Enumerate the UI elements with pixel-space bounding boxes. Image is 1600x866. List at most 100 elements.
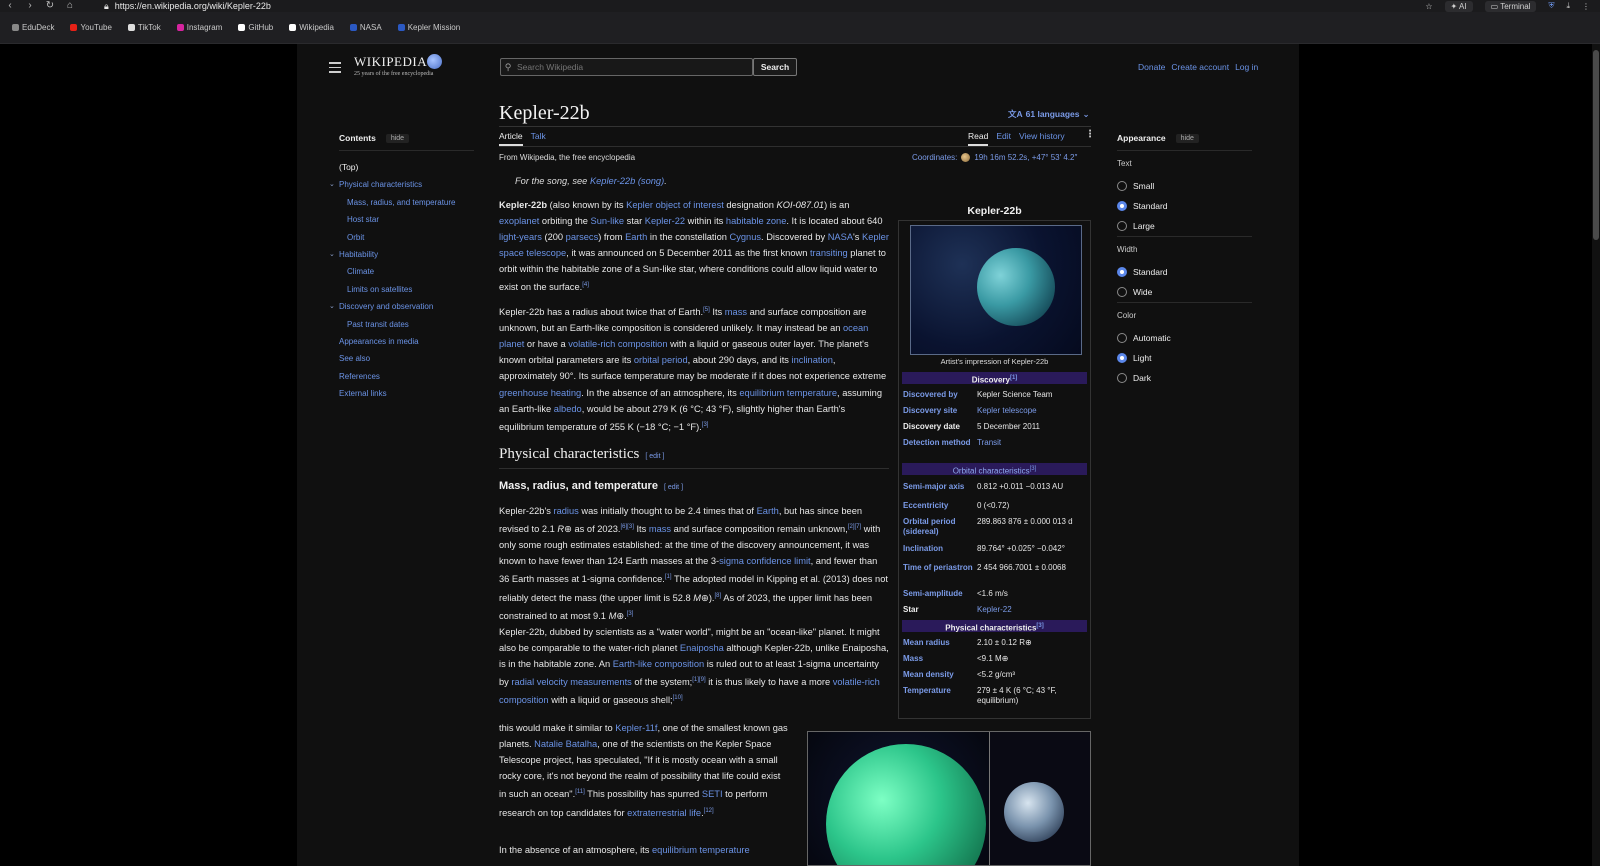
article-link[interactable]: mass <box>649 524 671 534</box>
toc-item[interactable]: ⌄ Habitability <box>329 246 474 263</box>
address-bar[interactable]: 🔒︎ https://en.wikipedia.org/wiki/Kepler-… <box>104 0 271 12</box>
article-link[interactable]: Enaiposha <box>680 643 724 653</box>
forward-icon[interactable]: › <box>20 0 40 12</box>
chevron-down-icon[interactable]: ⌄ <box>329 298 335 315</box>
infobox-value[interactable]: Transit <box>977 438 1087 448</box>
article-link[interactable]: habitable zone <box>726 216 786 226</box>
toc-item[interactable]: External links <box>339 385 474 402</box>
toc-item[interactable]: References <box>339 368 474 385</box>
article-link[interactable]: volatile-rich composition <box>568 339 667 349</box>
toc-item[interactable]: Host star <box>339 211 474 228</box>
toc-item[interactable]: Climate <box>339 263 474 280</box>
appearance-option[interactable]: Light <box>1117 348 1252 368</box>
chevron-down-icon[interactable]: ⌄ <box>329 246 335 263</box>
radio-button[interactable] <box>1117 287 1127 297</box>
radio-button[interactable] <box>1117 181 1127 191</box>
article-link[interactable]: greenhouse heating <box>499 388 581 398</box>
radio-button[interactable] <box>1117 353 1127 363</box>
scrollbar-thumb[interactable] <box>1593 50 1599 240</box>
appearance-option[interactable]: Small <box>1117 176 1252 196</box>
edit-section-link[interactable]: [ edit ] <box>645 453 664 460</box>
toc-hide-button[interactable]: hide <box>385 133 410 143</box>
search-button[interactable]: Search <box>753 58 797 76</box>
radio-button[interactable] <box>1117 333 1127 343</box>
bookmark-star-icon[interactable]: ☆ <box>1425 2 1432 11</box>
back-icon[interactable]: ‹ <box>0 0 20 12</box>
toc-item[interactable]: Limits on satellites <box>339 281 474 298</box>
article-link[interactable]: equilibrium temperature <box>652 845 750 855</box>
article-link[interactable]: orbital period <box>634 355 688 365</box>
article-link[interactable]: Earth <box>757 506 779 516</box>
article-link[interactable]: inclination <box>792 355 833 365</box>
bookmark-item[interactable]: YouTube <box>70 23 112 32</box>
main-menu-icon[interactable] <box>329 62 341 76</box>
donate-link[interactable]: Donate <box>1138 62 1165 72</box>
appearance-option[interactable]: Automatic <box>1117 328 1252 348</box>
article-link[interactable]: ocean planet <box>499 323 868 349</box>
article-link[interactable]: Earth <box>625 232 647 242</box>
bookmark-item[interactable]: GitHub <box>238 23 273 32</box>
radio-button[interactable] <box>1117 267 1127 277</box>
article-link[interactable]: Earth-like composition <box>613 659 704 669</box>
coordinates[interactable]: Coordinates: 19h 16m 52.2s, +47° 53′ 4.2… <box>912 153 1077 162</box>
terminal-button[interactable]: ▭ Terminal <box>1484 0 1537 12</box>
article-link[interactable]: radius <box>554 506 579 516</box>
radio-button[interactable] <box>1117 201 1127 211</box>
article-link[interactable]: Natalie Batalha <box>534 739 597 749</box>
article-link[interactable]: Kepler object of interest <box>626 200 724 210</box>
article-link[interactable]: sigma confidence limit <box>719 556 810 566</box>
tab-view-history[interactable]: View history <box>1019 131 1065 146</box>
infobox-image[interactable] <box>910 225 1082 355</box>
appearance-option[interactable]: Dark <box>1117 368 1252 388</box>
reload-icon[interactable]: ↻ <box>40 0 60 12</box>
ai-button[interactable]: ✦ AI <box>1444 0 1473 12</box>
article-link[interactable]: parsecs <box>566 232 599 242</box>
toc-item[interactable]: See also <box>339 350 474 367</box>
wikipedia-wordmark[interactable]: WIKIPEDIA <box>354 54 427 70</box>
coordinates-value[interactable]: 19h 16m 52.2s, +47° 53′ 4.2″ <box>974 153 1077 162</box>
toc-item[interactable]: Orbit <box>339 229 474 246</box>
infobox-value[interactable]: Kepler-22 <box>977 605 1087 615</box>
tab-read[interactable]: Read <box>968 131 989 146</box>
bookmark-item[interactable]: Wikipedia <box>289 23 334 32</box>
menu-icon[interactable]: ⋮ <box>1582 2 1590 11</box>
toc-item[interactable]: Appearances in media <box>339 333 474 350</box>
article-link[interactable]: SETI <box>702 789 723 799</box>
wikipedia-globe-icon[interactable] <box>427 54 442 69</box>
appearance-option[interactable]: Large <box>1117 216 1252 236</box>
infobox-value[interactable]: Kepler telescope <box>977 406 1087 416</box>
article-link[interactable]: Sun-like <box>591 216 625 226</box>
tab-article[interactable]: Article <box>499 131 523 146</box>
radio-button[interactable] <box>1117 373 1127 383</box>
article-link[interactable]: Kepler-22 <box>645 216 685 226</box>
languages-button[interactable]: 文A 61 languages ⌄ <box>1008 108 1090 120</box>
appearance-option[interactable]: Standard <box>1117 196 1252 216</box>
bookmark-item[interactable]: TikTok <box>127 23 161 32</box>
search-field[interactable]: ⚲ <box>500 58 753 76</box>
toc-item[interactable]: Past transit dates <box>339 316 474 333</box>
search-input[interactable] <box>515 61 739 73</box>
tab-edit[interactable]: Edit <box>996 131 1011 146</box>
article-link[interactable]: radial velocity measurements <box>511 677 631 687</box>
tab-talk[interactable]: Talk <box>531 131 546 146</box>
appearance-option[interactable]: Standard <box>1117 262 1252 282</box>
article-link[interactable]: NASA <box>828 232 853 242</box>
toc-item[interactable]: ⌄ Physical characteristics <box>329 176 474 193</box>
bookmark-item[interactable]: NASA <box>349 23 382 32</box>
article-link[interactable]: Kepler-11f <box>615 723 657 733</box>
bookmark-item[interactable]: EduDeck <box>12 23 54 32</box>
home-icon[interactable]: ⌂ <box>60 0 80 12</box>
bookmark-item[interactable]: Kepler Mission <box>397 23 460 32</box>
toc-item[interactable]: Mass, radius, and temperature <box>339 194 474 211</box>
appearance-hide-button[interactable]: hide <box>1175 133 1199 143</box>
create-account-link[interactable]: Create account <box>1171 62 1229 72</box>
hatnote-link[interactable]: Kepler-22b (song) <box>590 176 664 186</box>
infobox-band-orbital[interactable]: Orbital characteristics[3] <box>902 463 1087 476</box>
article-link[interactable]: equilibrium temperature <box>739 388 837 398</box>
article-link[interactable]: transiting <box>810 248 848 258</box>
more-tools-icon[interactable]: ⋮ <box>1085 129 1095 140</box>
radio-button[interactable] <box>1117 221 1127 231</box>
article-link[interactable]: extraterrestrial life <box>627 808 701 818</box>
toc-item[interactable]: ⌄ Discovery and observation <box>329 298 474 315</box>
edit-section-link[interactable]: [ edit ] <box>664 484 683 491</box>
